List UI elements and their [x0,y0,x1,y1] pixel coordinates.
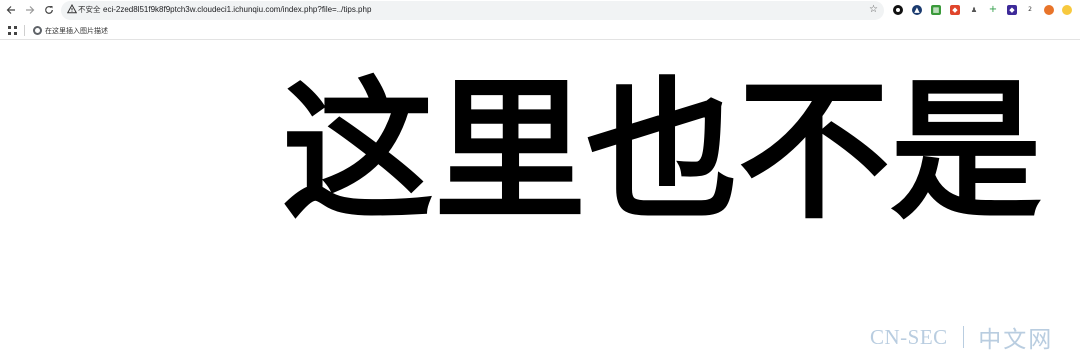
arrow-right-icon [26,6,35,14]
plus-ext-icon[interactable]: + [988,5,998,15]
counter-ext-icon[interactable]: 2 [1025,5,1035,15]
security-status-label[interactable]: 不安全 [78,4,101,16]
watermark-separator [962,326,965,348]
back-button[interactable] [3,2,19,18]
reload-icon [45,6,53,14]
circle-ext-icon[interactable] [893,5,903,15]
url-text[interactable]: eci-2zed8l51f9k8f9ptch3w.cloudeci1.ichun… [103,4,371,16]
warning-triangle-icon[interactable] [67,4,77,14]
watermark: CN-SEC 中文网 [870,322,1054,354]
person-ext-icon[interactable]: ♟ [969,5,979,15]
browser-toolbar: 不安全 eci-2zed8l51f9k8f9ptch3w.cloudeci1.i… [0,0,1080,21]
bookmark-label: 在这里插入图片描述 [45,26,108,35]
watermark-left: CN-SEC [870,324,948,349]
page-headline: 这里也不是 [282,63,1042,240]
address-bar[interactable]: 不安全 eci-2zed8l51f9k8f9ptch3w.cloudeci1.i… [61,1,884,20]
bookmarks-divider [24,25,25,36]
clock-ext-icon[interactable] [1062,5,1072,15]
bookmark-item[interactable]: 在这里插入图片描述 [33,24,108,37]
apps-grid-icon[interactable] [8,26,17,35]
purple-ext-icon[interactable]: ◆ [1007,5,1017,15]
watermark-right: 中文网 [978,327,1054,353]
red-ext-icon[interactable]: ◆ [950,5,960,15]
forward-button[interactable] [22,2,38,18]
fox-ext-icon[interactable] [1044,5,1054,15]
arrow-left-icon [6,6,15,14]
reload-button[interactable] [41,2,57,18]
grid-ext-icon[interactable]: ▦ [931,5,941,15]
bookmarks-bar: 在这里插入图片描述 [0,21,1080,40]
star-icon[interactable]: ☆ [869,3,878,17]
globe-icon [33,26,42,35]
extension-counter: 2 [1028,6,1032,13]
triangle-ext-icon[interactable]: ▲ [912,5,922,15]
